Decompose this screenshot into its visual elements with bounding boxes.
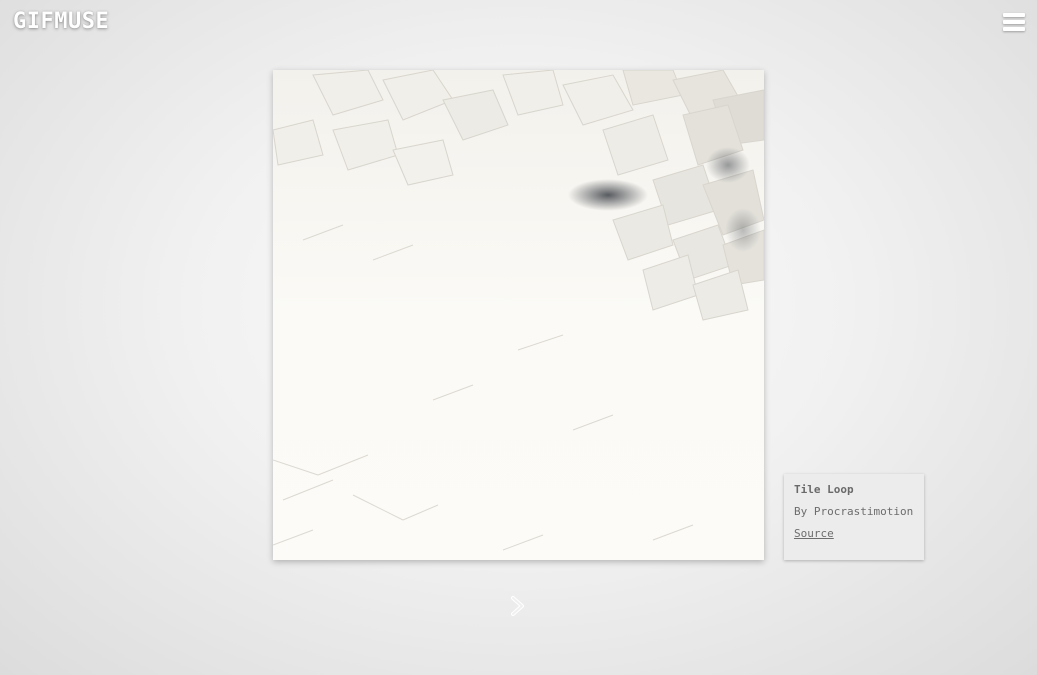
source-link[interactable]: Source [794,527,914,540]
site-logo[interactable]: GIFMUSE [13,9,109,34]
menu-bar [1003,13,1025,17]
gif-title: Tile Loop [794,483,854,496]
menu-bar [1003,20,1025,24]
chevron-right-icon [511,596,524,616]
tile-loop-artwork [273,70,764,560]
hamburger-menu-icon[interactable] [1003,13,1025,33]
gif-image [273,70,764,560]
gif-author: By Procrastimotion [794,505,914,518]
gif-info-card: Tile Loop By Procrastimotion Source [784,474,924,560]
next-button[interactable] [508,595,528,617]
menu-bar [1003,27,1025,31]
